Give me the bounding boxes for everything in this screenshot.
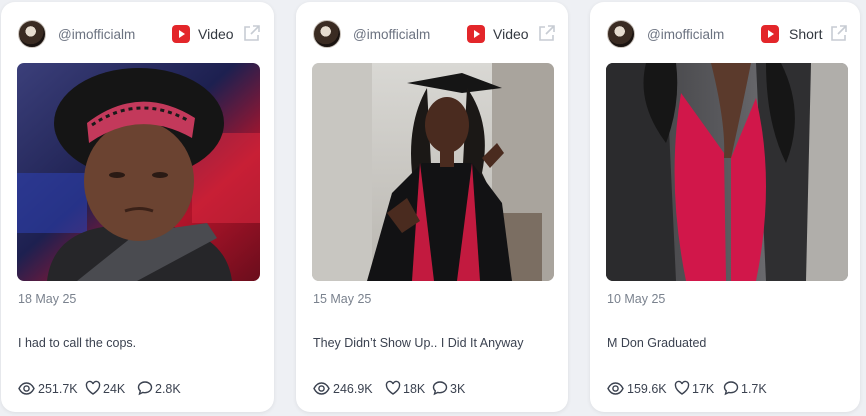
video-title[interactable]: I had to call the cops. bbox=[18, 336, 136, 350]
heart-icon bbox=[674, 380, 690, 395]
post-date: 15 May 25 bbox=[313, 292, 372, 306]
video-card[interactable]: @imofficialm Short 10 May 25 M Don Gradu… bbox=[590, 2, 860, 412]
video-thumbnail[interactable] bbox=[17, 63, 260, 281]
views-count: 246.9K bbox=[333, 382, 373, 396]
comments-count: 3K bbox=[450, 382, 466, 396]
external-link-icon[interactable] bbox=[829, 24, 848, 43]
external-link-icon[interactable] bbox=[242, 24, 261, 43]
eye-icon bbox=[313, 382, 330, 395]
youtube-icon bbox=[761, 25, 779, 43]
avatar[interactable] bbox=[313, 20, 341, 48]
comment-icon bbox=[723, 381, 739, 396]
channel-handle[interactable]: @imofficialm bbox=[353, 27, 430, 42]
external-link-icon[interactable] bbox=[537, 24, 556, 43]
content-type-label: Video bbox=[198, 26, 234, 42]
video-thumbnail[interactable] bbox=[312, 63, 554, 281]
comment-icon bbox=[432, 381, 448, 396]
avatar[interactable] bbox=[607, 20, 635, 48]
card-header: @imofficialm Video bbox=[18, 18, 261, 52]
content-type-label: Video bbox=[493, 26, 529, 42]
eye-icon bbox=[18, 382, 35, 395]
heart-icon bbox=[85, 380, 101, 395]
youtube-icon bbox=[467, 25, 485, 43]
views-count: 251.7K bbox=[38, 382, 78, 396]
likes-count: 24K bbox=[103, 382, 126, 396]
likes-count: 17K bbox=[692, 382, 715, 396]
comments-count: 2.8K bbox=[155, 382, 181, 396]
eye-icon bbox=[607, 382, 624, 395]
post-date: 18 May 25 bbox=[18, 292, 77, 306]
channel-handle[interactable]: @imofficialm bbox=[647, 27, 724, 42]
video-title[interactable]: M Don Graduated bbox=[607, 336, 706, 350]
card-header: @imofficialm Video bbox=[313, 18, 555, 52]
content-type-label: Short bbox=[789, 26, 823, 42]
youtube-icon bbox=[172, 25, 190, 43]
video-card[interactable]: @imofficialm Video bbox=[1, 2, 274, 412]
video-card[interactable]: @imofficialm Video bbox=[296, 2, 568, 412]
comments-count: 1.7K bbox=[741, 382, 767, 396]
video-title[interactable]: They Didn’t Show Up.. I Did It Anyway bbox=[313, 336, 524, 350]
views-count: 159.6K bbox=[627, 382, 667, 396]
video-thumbnail[interactable] bbox=[606, 63, 848, 281]
comment-icon bbox=[137, 381, 153, 396]
avatar[interactable] bbox=[18, 20, 46, 48]
likes-count: 18K bbox=[403, 382, 426, 396]
card-header: @imofficialm Short bbox=[607, 18, 847, 52]
heart-icon bbox=[385, 380, 401, 395]
post-date: 10 May 25 bbox=[607, 292, 666, 306]
channel-handle[interactable]: @imofficialm bbox=[58, 27, 135, 42]
